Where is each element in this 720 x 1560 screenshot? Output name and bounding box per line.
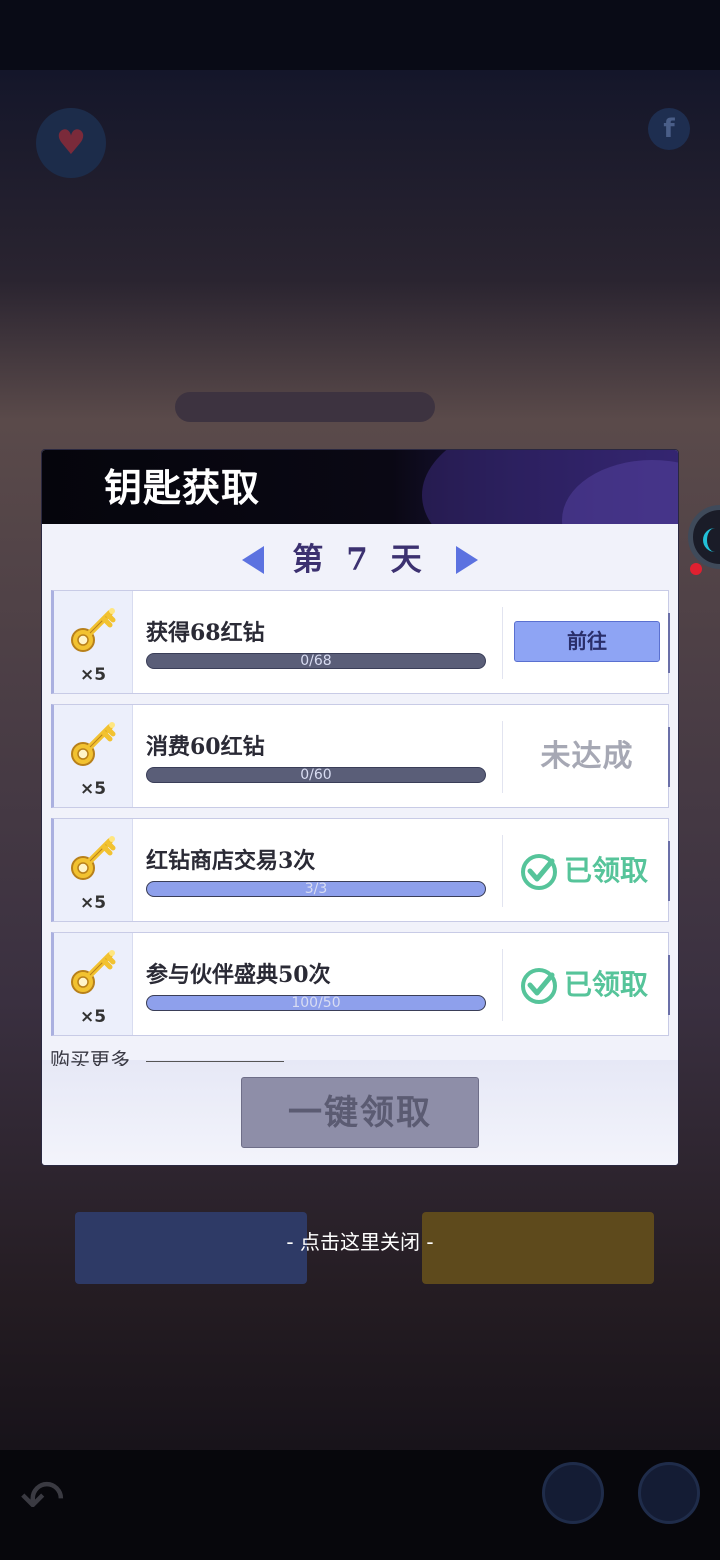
tab-icon-1 <box>542 1462 604 1524</box>
task-row: ×5 获得68红钻 0/68 前往 <box>51 590 670 694</box>
top-bar <box>0 0 720 70</box>
check-circle-icon <box>520 853 558 891</box>
buy-more-link[interactable]: 购买更多 <box>50 1046 130 1066</box>
task-progress-text: 0/60 <box>300 767 332 783</box>
task-row: ×5 消费60红钻 0/60 未达成 <box>51 704 670 808</box>
close-hint[interactable]: - 点击这里关闭 - <box>0 1226 720 1255</box>
key-icon <box>68 945 120 997</box>
reward-count: ×5 <box>79 1007 107 1027</box>
event-banner <box>130 280 570 370</box>
reward-count: ×5 <box>79 665 107 685</box>
heart-icon: ♥ <box>36 108 106 178</box>
claimed-label: 已领取 <box>564 968 649 1001</box>
key-icon <box>68 831 120 883</box>
event-banner-bar <box>175 392 435 422</box>
task-title: 消费60红钻 <box>146 734 265 760</box>
dialog-header: 钥匙获取 <box>42 450 678 524</box>
task-progress-bar: 0/68 <box>146 653 486 669</box>
task-progress-bar: 3/3 <box>146 881 486 897</box>
task-row: ×5 红钻商店交易3次 3/3 已领取 <box>51 818 670 922</box>
key-acquire-dialog: 钥匙获取 第 7 天 ×5 获得68红钻 0/68 前往 ×5 消费60红钻 0… <box>42 450 678 1165</box>
dialog-title: 钥匙获取 <box>104 465 261 510</box>
key-icon <box>68 603 120 655</box>
task-edge <box>668 841 670 901</box>
reward-count: ×5 <box>79 893 107 913</box>
task-edge <box>668 727 670 787</box>
task-divider <box>502 607 503 679</box>
facebook-icon: f <box>648 108 690 150</box>
bottom-bar <box>0 1450 720 1560</box>
task-progress-bar: 0/60 <box>146 767 486 783</box>
task-progress-text: 0/68 <box>300 653 332 669</box>
task-edge <box>668 613 670 673</box>
task-divider <box>502 949 503 1021</box>
task-progress-text: 100/50 <box>291 995 341 1011</box>
task-title: 参与伙伴盛典50次 <box>146 962 331 988</box>
check-circle-icon <box>520 967 558 1005</box>
task-row: ×5 参与伙伴盛典50次 100/50 已领取 <box>51 932 670 1036</box>
back-icon: ↶ <box>20 1468 66 1531</box>
claim-all-button[interactable]: 一键领取 <box>241 1077 479 1148</box>
key-icon <box>68 717 120 769</box>
task-reward: ×5 <box>54 705 133 807</box>
notification-dot <box>690 563 702 575</box>
task-progress-text: 3/3 <box>304 881 328 897</box>
triangle-right-icon[interactable] <box>456 546 478 574</box>
task-title: 红钻商店交易3次 <box>146 848 316 874</box>
day-selector: 第 7 天 <box>42 538 678 582</box>
task-progress-bar: 100/50 <box>146 995 486 1011</box>
reward-count: ×5 <box>79 779 107 799</box>
task-reward: ×5 <box>54 819 133 921</box>
claimed-label: 已领取 <box>564 854 649 887</box>
task-divider <box>502 835 503 907</box>
tab-icon-2 <box>638 1462 700 1524</box>
not-reached-status: 未达成 <box>540 739 634 774</box>
triangle-left-icon[interactable] <box>242 546 264 574</box>
task-title: 获得68红钻 <box>146 620 265 646</box>
buy-more-underline <box>146 1061 284 1062</box>
day-label: 第 7 天 <box>292 542 428 578</box>
task-reward: ×5 <box>54 933 133 1035</box>
task-edge <box>668 955 670 1015</box>
task-divider <box>502 721 503 793</box>
goto-button[interactable]: 前往 <box>514 621 660 662</box>
task-list: ×5 获得68红钻 0/68 前往 ×5 消费60红钻 0/60 未达成 ×5 … <box>51 590 678 1046</box>
task-reward: ×5 <box>54 591 133 693</box>
